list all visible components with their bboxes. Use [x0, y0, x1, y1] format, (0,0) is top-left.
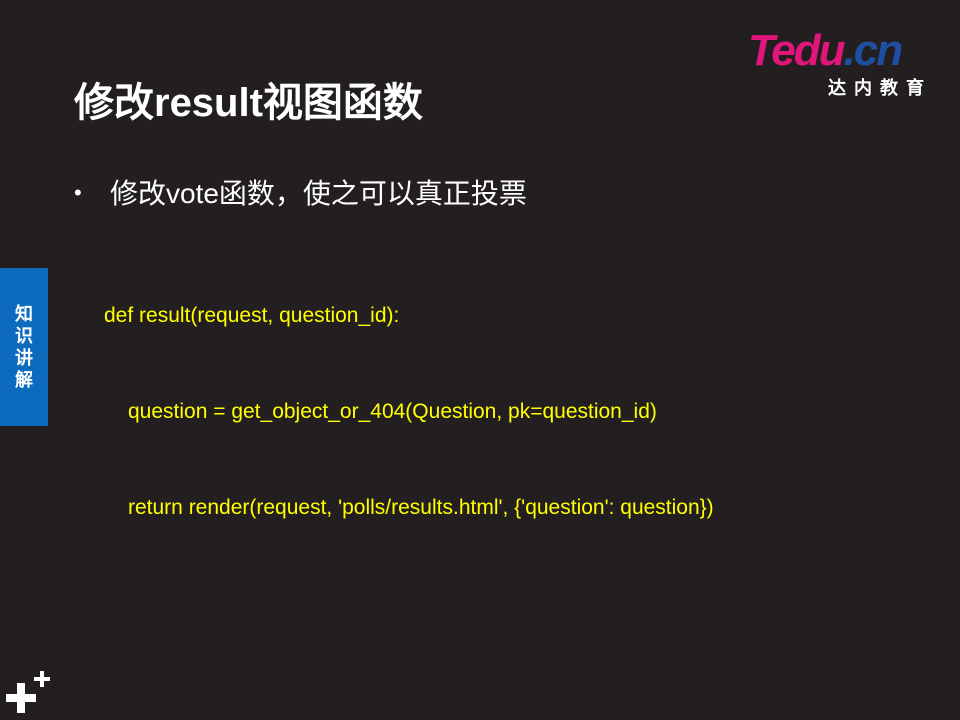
- logo-letter-t: T: [748, 26, 773, 75]
- code-line: question = get_object_or_404(Question, p…: [128, 400, 657, 423]
- slide-title: 修改result视图函数: [74, 81, 423, 125]
- side-tab-char: 知: [15, 304, 33, 324]
- logo-subtitle: 达内教育: [828, 78, 932, 98]
- logo-dot: .: [843, 26, 855, 75]
- logo-letters-edu: edu: [771, 26, 845, 75]
- side-tab-knowledge: 知 识 讲 解: [0, 268, 48, 426]
- bullet-item: • 修改vote函数，使之可以真正投票: [74, 172, 527, 212]
- side-tab-char: 解: [15, 370, 33, 390]
- bullet-text: 修改vote函数，使之可以真正投票: [110, 178, 527, 209]
- logo-wordmark: Tedu.cn: [748, 26, 903, 76]
- logo-letters-cn: cn: [853, 26, 903, 75]
- plus-plus-icon: [6, 671, 50, 713]
- code-block: def result(request, question_id): questi…: [104, 236, 714, 556]
- code-line: def result(request, question_id):: [104, 304, 400, 327]
- bullet-dot-icon: •: [74, 180, 82, 205]
- code-line: return render(request, 'polls/results.ht…: [128, 496, 714, 519]
- side-tab-char: 讲: [15, 348, 33, 368]
- tedu-logo: Tedu.cn 达内教育: [748, 26, 928, 98]
- side-tab-char: 识: [15, 326, 33, 346]
